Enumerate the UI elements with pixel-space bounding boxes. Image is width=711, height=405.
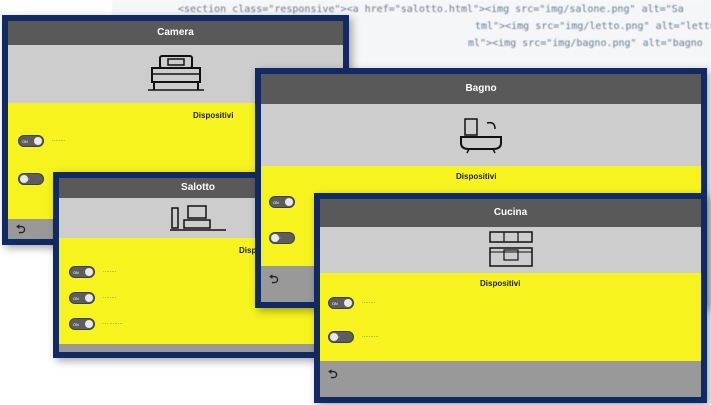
device-toggle[interactable]: ON xyxy=(18,135,44,147)
device-toggle[interactable]: ON xyxy=(69,266,95,278)
window-footer xyxy=(59,344,337,352)
room-header: Bagno xyxy=(261,74,701,104)
devices-heading: Dispositivi xyxy=(456,172,497,181)
device-row: ON xyxy=(269,196,295,208)
device-row: ON ··· ········ xyxy=(69,318,123,330)
device-row: OFF ·········· xyxy=(328,331,379,343)
living-room-icon xyxy=(170,205,226,231)
device-row: OFF xyxy=(18,173,44,185)
room-image-area xyxy=(261,104,701,166)
device-row: ON ········ xyxy=(328,297,375,309)
device-label: ········ xyxy=(362,300,376,306)
device-row: OFF xyxy=(269,232,295,244)
room-image-area xyxy=(320,227,701,273)
device-label: ·········· xyxy=(362,334,379,340)
device-row: ON ········ xyxy=(18,135,65,147)
window-footer: ⮌ xyxy=(320,361,701,397)
device-label: ········ xyxy=(103,295,117,301)
device-toggle[interactable]: ON xyxy=(69,318,95,330)
bathroom-icon xyxy=(460,118,502,154)
bed-icon xyxy=(147,55,204,91)
room-header: Cucina xyxy=(320,199,701,227)
device-toggle[interactable]: OFF xyxy=(18,173,44,185)
device-row: ON ········ xyxy=(69,266,116,278)
devices-panel: Dispositivi ON ········ OFF ·········· xyxy=(320,273,701,361)
back-arrow-icon[interactable]: ⮌ xyxy=(328,365,338,386)
devices-heading: Dispositivi xyxy=(480,279,521,288)
kitchen-icon xyxy=(488,231,533,267)
room-header: Camera xyxy=(8,21,343,45)
device-toggle[interactable]: ON xyxy=(328,297,354,309)
device-label: ········ xyxy=(103,269,117,275)
device-row: ON ········ xyxy=(69,292,116,304)
back-arrow-icon[interactable]: ⮌ xyxy=(269,270,279,291)
device-toggle[interactable]: OFF xyxy=(269,232,295,244)
room-window-cucina: Cucina Dispositivi ON ········ OFF ·····… xyxy=(314,193,707,403)
device-label: ··· ········ xyxy=(103,321,123,327)
back-arrow-icon[interactable]: ⮌ xyxy=(16,220,26,239)
device-toggle[interactable]: OFF xyxy=(328,331,354,343)
device-toggle[interactable]: ON xyxy=(269,196,295,208)
device-label: ········ xyxy=(52,138,66,144)
device-toggle[interactable]: ON xyxy=(69,292,95,304)
